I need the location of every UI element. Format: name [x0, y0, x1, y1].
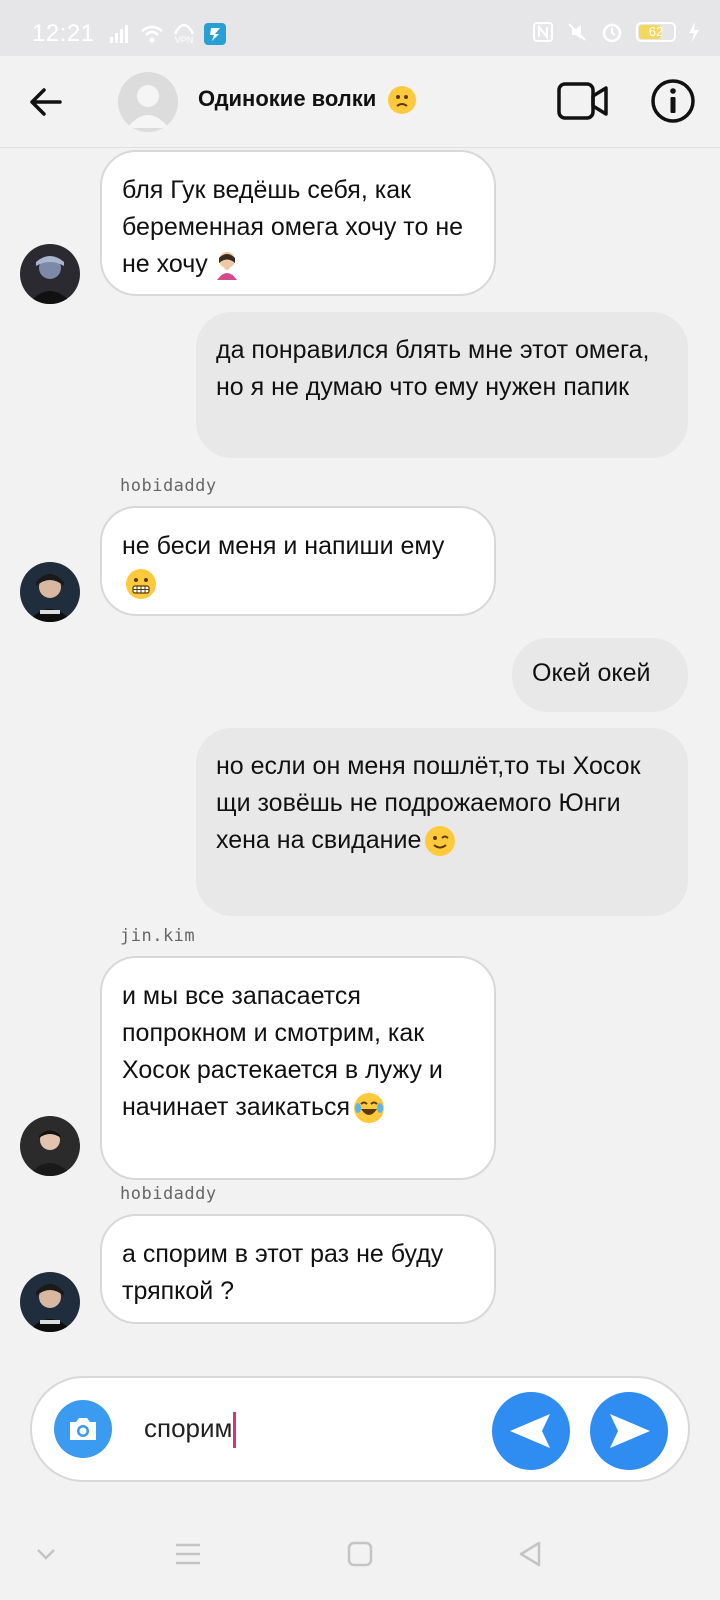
app-notification-icon — [204, 22, 226, 45]
send-button[interactable] — [590, 1392, 668, 1470]
sender-name: hobidaddy — [120, 1184, 217, 1204]
sender-name: hobidaddy — [120, 476, 217, 496]
avatar[interactable] — [20, 1272, 80, 1332]
back-arrow-icon — [30, 88, 62, 116]
nav-chevron-down-icon — [37, 1549, 55, 1560]
group-avatar[interactable] — [118, 72, 178, 132]
nav-home-button[interactable] — [338, 1532, 382, 1576]
nfc-icon — [533, 22, 553, 42]
status-icons-right: 62 — [532, 20, 700, 44]
alarm-icon — [602, 23, 622, 43]
send-left-button[interactable] — [492, 1392, 570, 1470]
chat-header: Одинокие волки — [0, 56, 720, 148]
sender-name: jin.kim — [120, 926, 196, 946]
message-text: а спорим в этот раз не буду тряпкой ? — [122, 1240, 444, 1305]
wifi-icon — [141, 25, 163, 42]
send-icon — [610, 1414, 650, 1448]
message-bubble-outgoing[interactable]: да понравился блять мне этот омега, но я… — [196, 312, 688, 458]
nav-back-button[interactable] — [508, 1532, 552, 1576]
status-time: 12:21 — [32, 20, 95, 47]
message-text: да понравился блять мне этот омега, но я… — [216, 336, 650, 401]
nav-menu-button[interactable] — [166, 1532, 210, 1576]
woman-facepalming-emoji — [212, 250, 242, 281]
message-bubble-incoming[interactable]: бля Гук ведёшь себя, как беременная омег… — [100, 150, 496, 296]
message-text: Окей окей — [532, 659, 651, 687]
message-bubble-incoming[interactable]: не беси меня и напиши ему — [100, 506, 496, 616]
chat-title[interactable]: Одинокие волки — [198, 86, 417, 115]
battery-level: 62 — [648, 24, 664, 39]
message-composer: спорим — [30, 1376, 690, 1482]
nav-back-icon — [519, 1541, 541, 1567]
info-button[interactable] — [650, 78, 696, 124]
chat-title-text: Одинокие волки — [198, 86, 377, 111]
message-text: бля Гук ведёшь себя, как беременная омег… — [122, 176, 464, 278]
message-input[interactable]: спорим — [144, 1412, 237, 1448]
camera-icon — [70, 1418, 96, 1440]
back-button[interactable] — [24, 80, 68, 124]
signal-icon — [110, 24, 128, 43]
avatar[interactable] — [20, 562, 80, 622]
message-input-value: спорим — [144, 1412, 233, 1443]
message-bubble-incoming[interactable]: а спорим в этот раз не буду тряпкой ? — [100, 1214, 496, 1324]
video-call-button[interactable] — [556, 78, 610, 124]
camera-button[interactable] — [54, 1400, 112, 1458]
message-bubble-outgoing[interactable]: но если он меня пошлёт,то ты Хосок щи зо… — [196, 728, 688, 916]
message-list[interactable]: бля Гук ведёшь себя, как беременная омег… — [0, 148, 720, 1368]
vpn-label: VPN — [174, 35, 194, 45]
message-text: и мы все запасается попрокном и смотрим,… — [122, 982, 443, 1121]
message-bubble-outgoing[interactable]: Окей окей — [512, 638, 688, 712]
battery-icon: 62 — [636, 22, 676, 42]
avatar[interactable] — [20, 1116, 80, 1176]
text-caret — [233, 1412, 237, 1448]
winking-face-emoji — [425, 826, 456, 857]
grimacing-face-emoji — [126, 569, 156, 600]
charging-icon — [689, 22, 699, 42]
tears-of-joy-emoji — [354, 1093, 385, 1124]
status-icons-left: VPN — [110, 22, 226, 45]
video-call-icon — [557, 82, 608, 120]
mute-icon — [568, 23, 586, 41]
avatar[interactable] — [20, 244, 80, 304]
message-bubble-incoming[interactable]: и мы все запасается попрокном и смотрим,… — [100, 956, 496, 1180]
status-bar: 12:21 VPN 62 — [0, 0, 720, 56]
nav-collapse-button[interactable] — [24, 1532, 68, 1576]
slightly-frowning-face-emoji — [388, 86, 417, 115]
info-icon — [651, 79, 695, 123]
nav-home-icon — [347, 1541, 373, 1567]
message-text: не беси меня и напиши ему — [122, 532, 445, 560]
system-nav-bar — [0, 1510, 720, 1600]
send-left-icon — [510, 1414, 550, 1448]
vpn-icon: VPN — [174, 22, 194, 45]
nav-menu-icon — [176, 1543, 200, 1565]
